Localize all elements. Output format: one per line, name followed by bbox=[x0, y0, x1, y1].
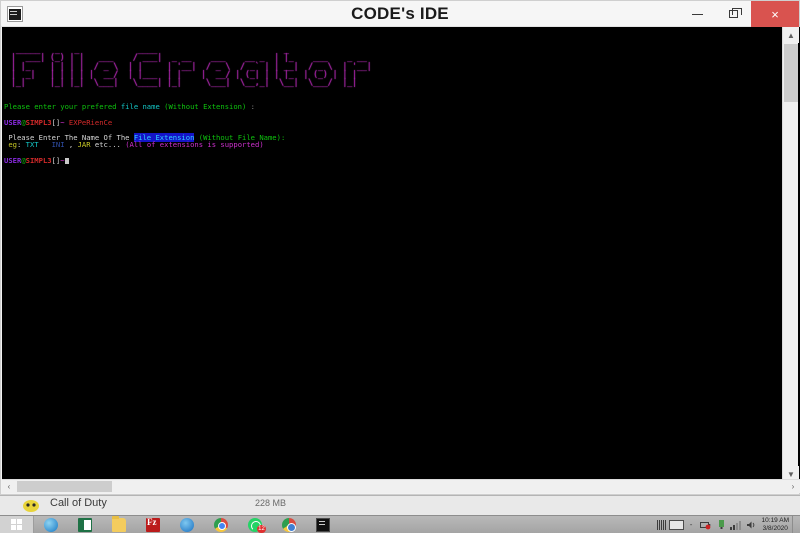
terminal-output[interactable]: _____ _ _ ____ _ | ___| (_) | | ___ / __… bbox=[2, 27, 783, 482]
background-window[interactable]: Call of Duty 228 MB bbox=[0, 495, 800, 515]
google-chrome-icon bbox=[214, 518, 228, 532]
text-segment: file name bbox=[121, 102, 160, 111]
background-window-icon bbox=[22, 498, 40, 514]
text-cursor bbox=[65, 158, 69, 164]
scroll-left-arrow-icon[interactable]: ‹ bbox=[2, 480, 16, 493]
network-icon[interactable] bbox=[729, 516, 744, 533]
internet-explorer-icon bbox=[44, 518, 58, 532]
windows-logo-icon bbox=[11, 519, 22, 530]
taskbar-items: 12 bbox=[34, 516, 340, 533]
text-segment bbox=[39, 140, 52, 149]
text-segment: SIMPL3 bbox=[26, 118, 52, 127]
text-segment: : bbox=[17, 140, 26, 149]
text-segment: (All of extensions is supported) bbox=[125, 140, 263, 149]
text-segment: (Without Extension) bbox=[160, 102, 247, 111]
text-segment: USER bbox=[4, 118, 21, 127]
scroll-right-arrow-icon[interactable]: › bbox=[786, 480, 800, 493]
horizontal-scrollbar[interactable]: ‹ › bbox=[2, 479, 800, 493]
text-segment: JAR bbox=[78, 140, 91, 149]
text-segment: , bbox=[65, 140, 78, 149]
text-segment: : bbox=[246, 102, 255, 111]
taskbar-item-google-chrome[interactable] bbox=[204, 516, 238, 533]
input-line-extension: USER@SIMPL3[]~ bbox=[4, 157, 783, 165]
text-segment: SIMPL3 bbox=[26, 156, 52, 165]
maximize-button[interactable] bbox=[715, 1, 751, 27]
text-segment: [] bbox=[52, 156, 61, 165]
keyboard-icon[interactable] bbox=[669, 516, 684, 533]
minimize-icon bbox=[692, 14, 703, 15]
terminal-lines: Please enter your prefered file name (Wi… bbox=[4, 103, 783, 164]
title-bar[interactable]: CODE's IDE × bbox=[1, 1, 799, 27]
firefox-icon bbox=[180, 518, 194, 532]
usb-icon[interactable] bbox=[714, 516, 729, 533]
text-segment: [] bbox=[52, 118, 61, 127]
notification-badge: 12 bbox=[257, 525, 266, 533]
taskbar-item-file-explorer[interactable] bbox=[102, 516, 136, 533]
console-window: CODE's IDE × _____ _ _ ____ _ | ___| (_)… bbox=[0, 0, 800, 495]
vertical-scrollbar[interactable]: ▲ ▼ bbox=[782, 27, 798, 482]
blank-3 bbox=[4, 149, 783, 157]
text-segment: EXPeRienCe bbox=[69, 118, 112, 127]
minimize-button[interactable] bbox=[679, 1, 715, 27]
taskbar-item-excel[interactable] bbox=[68, 516, 102, 533]
close-icon: × bbox=[771, 7, 779, 22]
text-segment: TXT bbox=[26, 140, 39, 149]
excel-icon bbox=[78, 518, 92, 532]
close-button[interactable]: × bbox=[751, 1, 799, 27]
input-line-filename: USER@SIMPL3[]~ EXPeRienCe bbox=[4, 119, 783, 127]
prompt-examples: eg: TXT INI , JAR etc... (All of extensi… bbox=[4, 141, 783, 149]
prompt-file-name: Please enter your prefered file name (Wi… bbox=[4, 103, 783, 111]
clock[interactable]: 10:19 AM 3/8/2020 bbox=[759, 516, 792, 533]
taskbar-item-internet-explorer[interactable] bbox=[34, 516, 68, 533]
show-hidden-icons-icon[interactable] bbox=[654, 516, 669, 533]
text-segment: etc... bbox=[91, 140, 126, 149]
text-segment: eg bbox=[4, 140, 17, 149]
horizontal-scroll-thumb[interactable] bbox=[17, 481, 112, 492]
text-segment: INI bbox=[52, 140, 65, 149]
volume-icon[interactable] bbox=[744, 516, 759, 533]
terminal-viewport: _____ _ _ ____ _ | ___| (_) | | ___ / __… bbox=[2, 27, 800, 482]
screen: Call of Duty 228 MB CODE's IDE × _____ _… bbox=[0, 0, 800, 533]
vertical-scroll-thumb[interactable] bbox=[784, 44, 798, 102]
taskbar-item-whatsapp[interactable]: 12 bbox=[238, 516, 272, 533]
maximize-icon bbox=[729, 10, 738, 18]
ascii-art-title: _____ _ _ ____ _ | ___| (_) | | ___ / __… bbox=[6, 46, 783, 87]
bars-icon bbox=[657, 520, 666, 530]
background-window-subtitle: 228 MB bbox=[255, 498, 286, 508]
taskbar-item-filezilla[interactable] bbox=[136, 516, 170, 533]
system-tray: - bbox=[654, 516, 800, 533]
taskbar-item-command-prompt[interactable] bbox=[306, 516, 340, 533]
taskbar-item-chrome-canary[interactable] bbox=[272, 516, 306, 533]
taskbar-item-firefox[interactable] bbox=[170, 516, 204, 533]
scroll-up-arrow-icon[interactable]: ▲ bbox=[783, 27, 799, 43]
tray-separator: - bbox=[684, 516, 699, 533]
start-button[interactable] bbox=[0, 516, 34, 533]
text-segment: USER bbox=[4, 156, 21, 165]
background-window-title: Call of Duty bbox=[50, 497, 107, 509]
text-segment: Please enter your prefered bbox=[4, 102, 121, 111]
battery-icon[interactable] bbox=[699, 516, 714, 533]
text-segment: ~ bbox=[60, 118, 69, 127]
clock-time: 10:19 AM bbox=[762, 517, 789, 525]
blank-1 bbox=[4, 111, 783, 119]
file-explorer-icon bbox=[112, 518, 126, 532]
clock-date: 3/8/2020 bbox=[763, 525, 788, 533]
show-desktop-button[interactable] bbox=[792, 516, 798, 533]
chrome-canary-icon bbox=[282, 518, 296, 532]
filezilla-icon bbox=[146, 518, 160, 532]
taskbar: 12 - bbox=[0, 515, 800, 533]
command-prompt-icon bbox=[316, 518, 330, 532]
